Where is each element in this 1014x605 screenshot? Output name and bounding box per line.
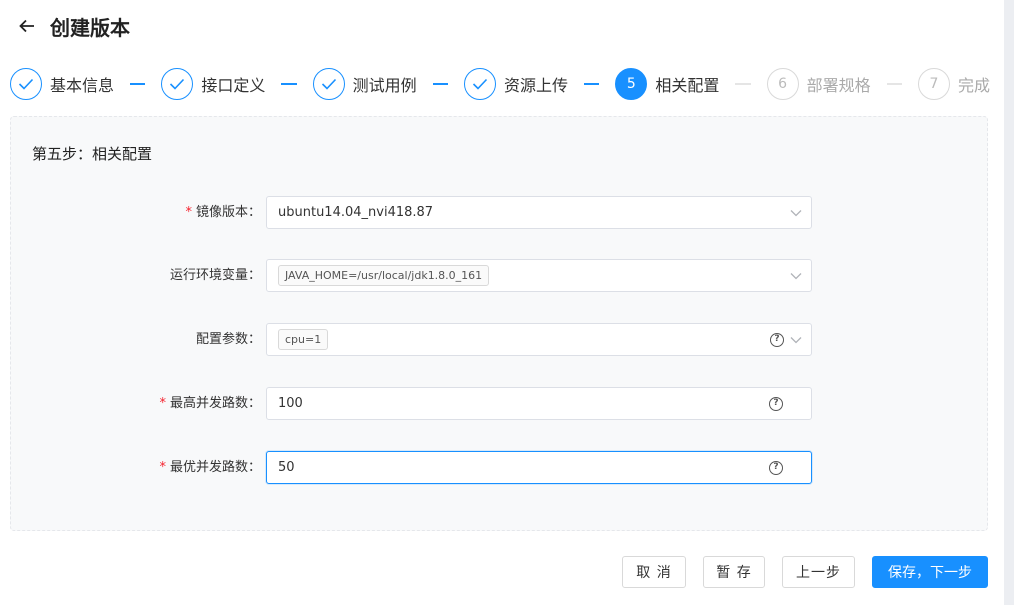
- image-version-value: ubuntu14.04_nvi418.87: [278, 205, 434, 220]
- check-icon: [312, 68, 345, 100]
- config-params-label: 配置参数：: [195, 332, 261, 347]
- step-connector: [281, 83, 297, 85]
- help-icon[interactable]: ?: [770, 332, 784, 347]
- required-mark: *: [159, 396, 166, 411]
- back-arrow-icon[interactable]: [16, 15, 38, 37]
- max-concurrency-label: * 最高并发路数：: [159, 396, 261, 411]
- optimal-concurrency-row: * 最优并发路数： 50 ?: [11, 451, 989, 484]
- optimal-concurrency-value: 50: [278, 460, 295, 475]
- env-vars-label: 运行环境变量：: [169, 268, 261, 283]
- step-connector: [584, 83, 600, 85]
- max-concurrency-value: 100: [278, 396, 303, 411]
- config-param-tag[interactable]: cpu=1: [278, 329, 329, 350]
- previous-step-button[interactable]: 上一步: [782, 556, 855, 588]
- step-number: 6: [766, 68, 799, 100]
- chevron-down-icon[interactable]: [790, 336, 802, 344]
- step-number: 7: [917, 68, 950, 100]
- save-next-button[interactable]: 保存，下一步: [872, 556, 988, 588]
- step-related-config[interactable]: 5 相关配置: [615, 67, 719, 101]
- page-header: 创建版本: [16, 12, 130, 40]
- cancel-button[interactable]: 取 消: [622, 556, 686, 588]
- env-vars-row: 运行环境变量： JAVA_HOME=/usr/local/jdk1.8.0_16…: [11, 259, 989, 292]
- step-label: 接口定义: [201, 76, 266, 95]
- step-connector: [886, 83, 902, 85]
- chevron-down-icon[interactable]: [790, 272, 802, 280]
- save-draft-button[interactable]: 暂 存: [703, 556, 765, 588]
- optimal-concurrency-input[interactable]: 50 ?: [266, 451, 812, 484]
- step-label: 完成: [957, 76, 990, 95]
- check-icon: [10, 68, 42, 100]
- step-connector: [432, 83, 448, 85]
- step-connector: [130, 83, 146, 85]
- steps-bar: 基本信息 接口定义 测试用例 资源上传 5 相关配置 6 部署规格 7 完成: [10, 67, 990, 101]
- image-version-row: * 镜像版本： ubuntu14.04_nvi418.87: [11, 196, 989, 229]
- image-version-select[interactable]: ubuntu14.04_nvi418.87: [266, 196, 812, 229]
- step-number: 5: [615, 68, 648, 100]
- step-label: 资源上传: [503, 76, 568, 95]
- step-label: 基本信息: [50, 76, 115, 95]
- chevron-down-icon[interactable]: [790, 209, 802, 217]
- step-label: 测试用例: [352, 76, 417, 95]
- footer-actions: 取 消 暂 存 上一步 保存，下一步: [622, 556, 988, 588]
- step-deploy-spec: 6 部署规格: [766, 67, 871, 101]
- required-mark: *: [159, 460, 166, 475]
- max-concurrency-input[interactable]: 100 ?: [266, 387, 812, 420]
- max-concurrency-row: * 最高并发路数： 100 ?: [11, 387, 989, 420]
- config-params-select[interactable]: cpu=1 ?: [266, 323, 812, 356]
- help-icon[interactable]: ?: [769, 396, 783, 411]
- step-resource-upload[interactable]: 资源上传: [463, 67, 568, 101]
- step-interface-definition[interactable]: 接口定义: [161, 67, 265, 101]
- config-params-row: 配置参数： cpu=1 ?: [11, 323, 989, 356]
- help-icon[interactable]: ?: [769, 460, 783, 475]
- page-title: 创建版本: [50, 15, 130, 40]
- step-label: 部署规格: [806, 76, 871, 95]
- required-mark: *: [185, 205, 192, 220]
- step-basic-info[interactable]: 基本信息: [10, 67, 114, 101]
- config-panel: 第五步：相关配置 * 镜像版本： ubuntu14.04_nvi418.87 运行…: [10, 116, 988, 531]
- step-label: 相关配置: [655, 76, 720, 95]
- page-scrollbar[interactable]: [1004, 0, 1014, 605]
- step-complete: 7 完成: [917, 67, 990, 101]
- env-var-tag[interactable]: JAVA_HOME=/usr/local/jdk1.8.0_161: [278, 265, 490, 286]
- env-vars-select[interactable]: JAVA_HOME=/usr/local/jdk1.8.0_161: [266, 259, 812, 292]
- optimal-concurrency-label: * 最优并发路数：: [159, 460, 261, 475]
- check-icon: [463, 68, 496, 100]
- check-icon: [161, 68, 194, 100]
- image-version-label: * 镜像版本：: [185, 205, 261, 220]
- step-test-cases[interactable]: 测试用例: [312, 67, 417, 101]
- section-title: 第五步：相关配置: [32, 145, 153, 163]
- step-connector: [735, 83, 751, 85]
